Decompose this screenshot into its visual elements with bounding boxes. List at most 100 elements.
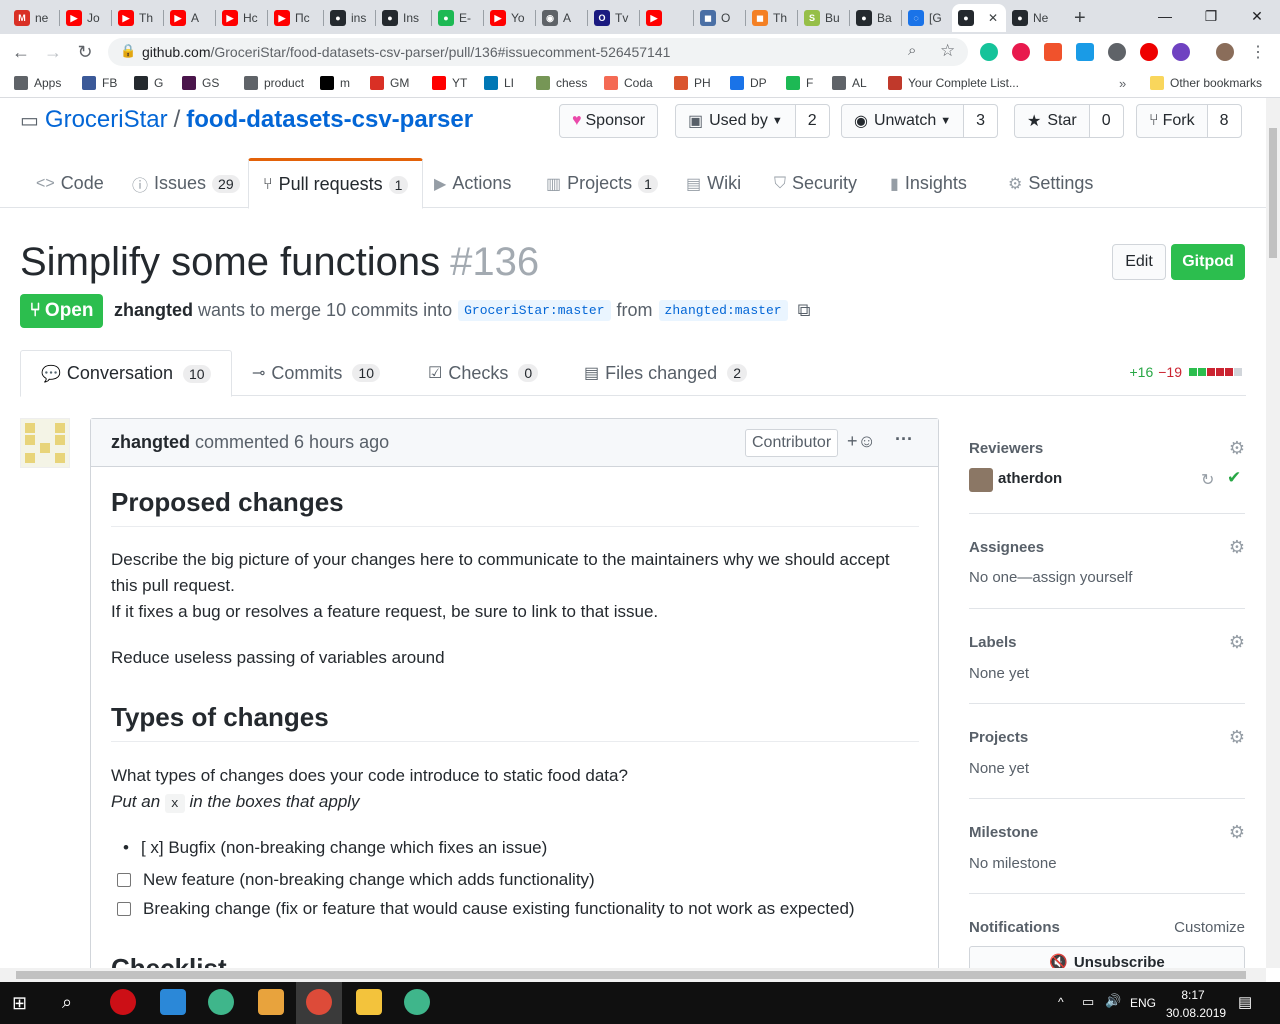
repo-tab-code[interactable]: <> Code	[36, 158, 104, 209]
horizontal-scrollbar[interactable]	[0, 968, 1266, 982]
gear-icon[interactable]: ⚙	[1229, 632, 1245, 653]
browser-tab[interactable]: ▶ Hc	[216, 4, 268, 32]
avatar[interactable]	[20, 418, 70, 468]
bookmark-item[interactable]: LI	[484, 76, 514, 90]
back-button[interactable]: ←	[8, 40, 34, 64]
bookmark-item[interactable]: GM	[370, 76, 409, 90]
more-options-icon[interactable]: ···	[895, 429, 913, 450]
repo-tab-wiki[interactable]: ▤ Wiki	[686, 158, 741, 209]
watch-count[interactable]: 3	[964, 105, 998, 137]
repo-tab-pull-requests[interactable]: ⑂ Pull requests 1	[248, 158, 424, 209]
browser-tab[interactable]: ▶ Th	[112, 4, 164, 32]
repo-name-link[interactable]: food-datasets-csv-parser	[186, 106, 473, 133]
browser-tab[interactable]: ● Ne	[1006, 4, 1058, 32]
zoom-icon[interactable]: ⌕	[908, 42, 916, 59]
task-checkbox-breaking-change[interactable]: Breaking change (fix or feature that wou…	[117, 899, 855, 919]
language-indicator[interactable]: ENG	[1130, 996, 1156, 1010]
browser-tab[interactable]: ● ins	[324, 4, 376, 32]
add-reaction-icon[interactable]: +☺	[847, 431, 876, 452]
repo-tab-security[interactable]: ⛉ Security	[774, 158, 857, 209]
volume-icon[interactable]: 🔊	[1105, 993, 1121, 1009]
grammarly-extension-icon[interactable]	[980, 43, 998, 61]
repo-owner-link[interactable]: GroceriStar	[45, 106, 168, 133]
bookmark-star-icon[interactable]: ☆	[940, 41, 955, 61]
search-icon[interactable]: ⌕	[62, 992, 72, 1013]
extension-icon[interactable]	[1108, 43, 1126, 61]
assign-yourself-link[interactable]: No one—assign yourself	[969, 569, 1132, 586]
reload-button[interactable]: ↻	[72, 40, 98, 64]
re-request-review-icon[interactable]: ↻	[1201, 470, 1214, 490]
other-bookmarks[interactable]: Other bookmarks	[1150, 76, 1262, 90]
action-center-icon[interactable]: ▤	[1238, 993, 1252, 1011]
app-icon[interactable]	[208, 989, 234, 1015]
bookmark-item[interactable]: F	[786, 76, 813, 90]
extension-icon[interactable]	[1012, 43, 1030, 61]
tab-files-changed[interactable]: ▤ Files changed 2	[584, 350, 747, 396]
head-branch[interactable]: zhangted:master	[658, 300, 788, 321]
fork-count[interactable]: 8	[1207, 105, 1241, 137]
assignees-title[interactable]: Assignees	[969, 539, 1044, 556]
reviewer-avatar[interactable]	[969, 468, 993, 492]
reviewers-title[interactable]: Reviewers	[969, 440, 1043, 457]
app-icon[interactable]	[404, 989, 430, 1015]
browser-tab[interactable]: O Tv	[588, 4, 640, 32]
gear-icon[interactable]: ⚙	[1229, 727, 1245, 748]
network-icon[interactable]: ▭	[1082, 994, 1094, 1010]
browser-tab[interactable]: ● ✕	[952, 4, 1006, 32]
checkbox-icon[interactable]	[117, 873, 131, 887]
repo-tab-settings[interactable]: ⚙ Settings	[1008, 158, 1093, 209]
base-branch[interactable]: GroceriStar:master	[458, 300, 611, 321]
browser-tab[interactable]: ● E-	[432, 4, 484, 32]
browser-tab[interactable]: ● Ins	[376, 4, 432, 32]
tab-conversation[interactable]: 💬 Conversation 10	[20, 350, 232, 397]
chrome-icon[interactable]	[306, 989, 332, 1015]
address-bar[interactable]: 🔒 github.com/GroceriStar/food-datasets-c…	[108, 38, 968, 66]
close-window-button[interactable]: ✕	[1234, 0, 1280, 32]
extension-icon[interactable]	[1076, 43, 1094, 61]
browser-tab[interactable]: ◌ [G	[902, 4, 952, 32]
bookmark-item[interactable]: AL	[832, 76, 867, 90]
milestone-title[interactable]: Milestone	[969, 824, 1038, 841]
close-tab-icon[interactable]: ✕	[988, 11, 998, 25]
browser-tab[interactable]: ▶ Jo	[60, 4, 112, 32]
gear-icon[interactable]: ⚙	[1229, 822, 1245, 843]
star-count[interactable]: 0	[1089, 105, 1123, 137]
extension-icon[interactable]	[1140, 43, 1158, 61]
bookmark-item[interactable]: product	[244, 76, 304, 90]
clock-date[interactable]: 30.08.2019	[1166, 1006, 1226, 1020]
bookmark-item[interactable]: Apps	[14, 76, 61, 90]
browser-tab[interactable]: Mne	[8, 4, 60, 32]
browser-tab[interactable]: ▶ A	[164, 4, 216, 32]
gear-icon[interactable]: ⚙	[1229, 537, 1245, 558]
app-icon[interactable]	[160, 989, 186, 1015]
browser-tab[interactable]: ◼ O	[694, 4, 746, 32]
extension-icon[interactable]	[1172, 43, 1190, 61]
gear-icon[interactable]: ⚙	[1229, 438, 1245, 459]
opera-icon[interactable]	[110, 989, 136, 1015]
gitpod-button[interactable]: Gitpod	[1171, 244, 1245, 280]
checkbox-icon[interactable]	[117, 902, 131, 916]
bookmark-item[interactable]: DP	[730, 76, 767, 90]
browser-tab[interactable]: S Bu	[798, 4, 850, 32]
bookmark-item[interactable]: Your Complete List...	[888, 76, 1019, 90]
browser-tab[interactable]: ▶	[640, 4, 694, 32]
repo-tab-issues[interactable]: ⓘ Issues 29	[132, 158, 240, 209]
extension-icon[interactable]	[1044, 43, 1062, 61]
bookmark-item[interactable]: PH	[674, 76, 711, 90]
bookmark-item[interactable]: chess	[536, 76, 587, 90]
maximize-button[interactable]: ❐	[1188, 0, 1234, 32]
tab-checks[interactable]: ☑ Checks 0	[428, 350, 539, 396]
file-explorer-icon[interactable]	[356, 989, 382, 1015]
bookmark-item[interactable]: GS	[182, 76, 219, 90]
repo-tab-projects[interactable]: ▥ Projects 1	[546, 158, 658, 209]
projects-title[interactable]: Projects	[969, 729, 1028, 746]
app-icon[interactable]	[258, 989, 284, 1015]
repo-tab-insights[interactable]: ▮ Insights	[890, 158, 967, 209]
customize-link[interactable]: Customize	[1174, 919, 1245, 936]
forward-button[interactable]: →	[40, 40, 66, 64]
scrollbar-thumb[interactable]	[16, 971, 1246, 979]
scrollbar-thumb[interactable]	[1269, 128, 1277, 258]
used-by-button[interactable]: ▣ Used by ▼ 2	[675, 104, 830, 138]
browser-tab[interactable]: ▶ Yo	[484, 4, 536, 32]
windows-start-icon[interactable]: ⊞	[12, 993, 27, 1014]
